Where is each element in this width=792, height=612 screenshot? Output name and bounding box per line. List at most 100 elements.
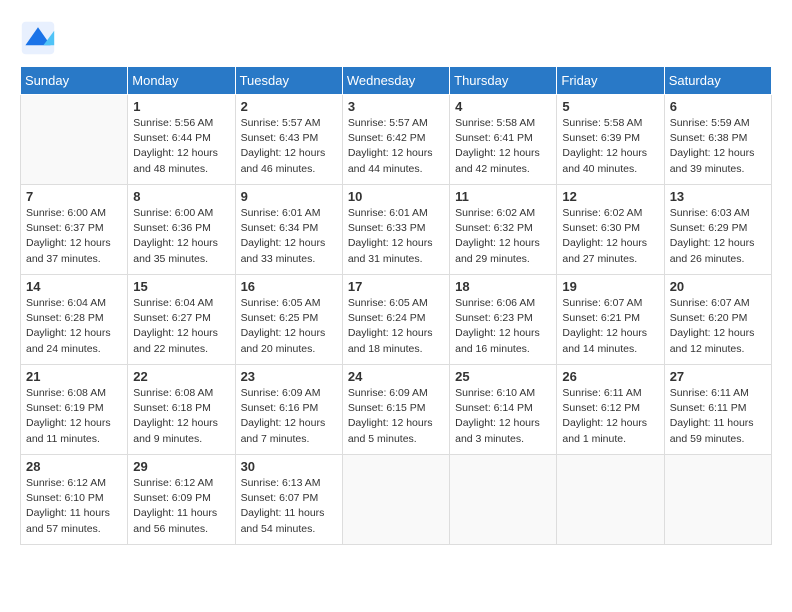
day-number: 13	[670, 189, 766, 204]
day-info: Sunrise: 6:11 AM Sunset: 6:11 PM Dayligh…	[670, 386, 766, 447]
calendar-cell-3-4: 17 Sunrise: 6:05 AM Sunset: 6:24 PM Dayli…	[342, 275, 449, 365]
calendar-cell-4-1: 21 Sunrise: 6:08 AM Sunset: 6:19 PM Dayli…	[21, 365, 128, 455]
calendar-cell-1-3: 2Sunrise: 5:57 AM Sunset: 6:43 PM Daylig…	[235, 95, 342, 185]
calendar-week-row-5: 28 Sunrise: 6:12 AM Sunset: 6:10 PM Dayli…	[21, 455, 772, 545]
day-number: 26	[562, 369, 658, 384]
day-info: Sunrise: 6:04 AM Sunset: 6:28 PM Dayligh…	[26, 296, 122, 357]
calendar-cell-4-5: 25Sunrise: 6:10 AM Sunset: 6:14 PM Dayli…	[450, 365, 557, 455]
calendar-cell-3-7: 20 Sunrise: 6:07 AM Sunset: 6:20 PM Dayli…	[664, 275, 771, 365]
calendar-cell-1-5: 4 Sunrise: 5:58 AM Sunset: 6:41 PM Daylig…	[450, 95, 557, 185]
weekday-header-wednesday: Wednesday	[342, 67, 449, 95]
day-number: 11	[455, 189, 551, 204]
day-info: Sunrise: 5:58 AM Sunset: 6:39 PM Dayligh…	[562, 116, 658, 177]
logo	[20, 20, 60, 56]
day-number: 29	[133, 459, 229, 474]
day-info: Sunrise: 6:01 AM Sunset: 6:33 PM Dayligh…	[348, 206, 444, 267]
day-info: Sunrise: 6:11 AM Sunset: 6:12 PM Dayligh…	[562, 386, 658, 447]
day-info: Sunrise: 6:00 AM Sunset: 6:36 PM Dayligh…	[133, 206, 229, 267]
day-number: 15	[133, 279, 229, 294]
calendar-cell-5-1: 28 Sunrise: 6:12 AM Sunset: 6:10 PM Dayli…	[21, 455, 128, 545]
calendar-cell-2-4: 10 Sunrise: 6:01 AM Sunset: 6:33 PM Dayli…	[342, 185, 449, 275]
calendar-cell-2-1: 7Sunrise: 6:00 AM Sunset: 6:37 PM Daylig…	[21, 185, 128, 275]
calendar-cell-1-4: 3 Sunrise: 5:57 AM Sunset: 6:42 PM Daylig…	[342, 95, 449, 185]
day-number: 19	[562, 279, 658, 294]
calendar-cell-3-1: 14 Sunrise: 6:04 AM Sunset: 6:28 PM Dayli…	[21, 275, 128, 365]
day-number: 24	[348, 369, 444, 384]
day-info: Sunrise: 6:10 AM Sunset: 6:14 PM Dayligh…	[455, 386, 551, 447]
day-number: 18	[455, 279, 551, 294]
day-number: 9	[241, 189, 337, 204]
calendar-header-row: SundayMondayTuesdayWednesdayThursdayFrid…	[21, 67, 772, 95]
day-number: 17	[348, 279, 444, 294]
weekday-header-friday: Friday	[557, 67, 664, 95]
day-number: 4	[455, 99, 551, 114]
day-number: 8	[133, 189, 229, 204]
logo-icon	[20, 20, 56, 56]
day-info: Sunrise: 6:08 AM Sunset: 6:18 PM Dayligh…	[133, 386, 229, 447]
weekday-header-thursday: Thursday	[450, 67, 557, 95]
day-number: 6	[670, 99, 766, 114]
day-number: 21	[26, 369, 122, 384]
day-info: Sunrise: 5:59 AM Sunset: 6:38 PM Dayligh…	[670, 116, 766, 177]
calendar-cell-1-2: 1 Sunrise: 5:56 AM Sunset: 6:44 PM Daylig…	[128, 95, 235, 185]
day-info: Sunrise: 6:06 AM Sunset: 6:23 PM Dayligh…	[455, 296, 551, 357]
day-info: Sunrise: 6:02 AM Sunset: 6:32 PM Dayligh…	[455, 206, 551, 267]
calendar-cell-5-6	[557, 455, 664, 545]
calendar-cell-2-2: 8 Sunrise: 6:00 AM Sunset: 6:36 PM Daylig…	[128, 185, 235, 275]
day-info: Sunrise: 6:09 AM Sunset: 6:16 PM Dayligh…	[241, 386, 337, 447]
day-info: Sunrise: 6:05 AM Sunset: 6:25 PM Dayligh…	[241, 296, 337, 357]
day-number: 30	[241, 459, 337, 474]
day-info: Sunrise: 6:07 AM Sunset: 6:20 PM Dayligh…	[670, 296, 766, 357]
weekday-header-monday: Monday	[128, 67, 235, 95]
day-number: 28	[26, 459, 122, 474]
calendar-cell-4-4: 24 Sunrise: 6:09 AM Sunset: 6:15 PM Dayli…	[342, 365, 449, 455]
weekday-header-tuesday: Tuesday	[235, 67, 342, 95]
day-info: Sunrise: 6:12 AM Sunset: 6:09 PM Dayligh…	[133, 476, 229, 537]
day-info: Sunrise: 6:12 AM Sunset: 6:10 PM Dayligh…	[26, 476, 122, 537]
day-number: 20	[670, 279, 766, 294]
calendar-cell-4-3: 23 Sunrise: 6:09 AM Sunset: 6:16 PM Dayli…	[235, 365, 342, 455]
calendar-cell-2-7: 13Sunrise: 6:03 AM Sunset: 6:29 PM Dayli…	[664, 185, 771, 275]
calendar-cell-2-5: 11 Sunrise: 6:02 AM Sunset: 6:32 PM Dayli…	[450, 185, 557, 275]
calendar-week-row-1: 1 Sunrise: 5:56 AM Sunset: 6:44 PM Daylig…	[21, 95, 772, 185]
day-info: Sunrise: 6:07 AM Sunset: 6:21 PM Dayligh…	[562, 296, 658, 357]
calendar-cell-3-5: 18 Sunrise: 6:06 AM Sunset: 6:23 PM Dayli…	[450, 275, 557, 365]
calendar-cell-5-3: 30 Sunrise: 6:13 AM Sunset: 6:07 PM Dayli…	[235, 455, 342, 545]
calendar-cell-5-7	[664, 455, 771, 545]
day-number: 27	[670, 369, 766, 384]
calendar-cell-5-2: 29 Sunrise: 6:12 AM Sunset: 6:09 PM Dayli…	[128, 455, 235, 545]
calendar-cell-3-6: 19 Sunrise: 6:07 AM Sunset: 6:21 PM Dayli…	[557, 275, 664, 365]
day-number: 10	[348, 189, 444, 204]
calendar-cell-3-3: 16Sunrise: 6:05 AM Sunset: 6:25 PM Dayli…	[235, 275, 342, 365]
calendar-cell-3-2: 15Sunrise: 6:04 AM Sunset: 6:27 PM Dayli…	[128, 275, 235, 365]
day-number: 12	[562, 189, 658, 204]
day-number: 14	[26, 279, 122, 294]
day-number: 5	[562, 99, 658, 114]
day-info: Sunrise: 6:08 AM Sunset: 6:19 PM Dayligh…	[26, 386, 122, 447]
day-info: Sunrise: 6:01 AM Sunset: 6:34 PM Dayligh…	[241, 206, 337, 267]
day-info: Sunrise: 5:57 AM Sunset: 6:43 PM Dayligh…	[241, 116, 337, 177]
calendar-cell-1-6: 5 Sunrise: 5:58 AM Sunset: 6:39 PM Daylig…	[557, 95, 664, 185]
calendar-week-row-4: 21 Sunrise: 6:08 AM Sunset: 6:19 PM Dayli…	[21, 365, 772, 455]
day-info: Sunrise: 6:05 AM Sunset: 6:24 PM Dayligh…	[348, 296, 444, 357]
calendar-cell-4-6: 26 Sunrise: 6:11 AM Sunset: 6:12 PM Dayli…	[557, 365, 664, 455]
day-number: 7	[26, 189, 122, 204]
day-number: 22	[133, 369, 229, 384]
calendar-cell-2-3: 9 Sunrise: 6:01 AM Sunset: 6:34 PM Daylig…	[235, 185, 342, 275]
calendar-cell-5-4	[342, 455, 449, 545]
day-info: Sunrise: 6:09 AM Sunset: 6:15 PM Dayligh…	[348, 386, 444, 447]
day-info: Sunrise: 5:57 AM Sunset: 6:42 PM Dayligh…	[348, 116, 444, 177]
calendar-table: SundayMondayTuesdayWednesdayThursdayFrid…	[20, 66, 772, 545]
day-info: Sunrise: 6:13 AM Sunset: 6:07 PM Dayligh…	[241, 476, 337, 537]
calendar-cell-5-5	[450, 455, 557, 545]
day-number: 23	[241, 369, 337, 384]
calendar-cell-4-2: 22 Sunrise: 6:08 AM Sunset: 6:18 PM Dayli…	[128, 365, 235, 455]
calendar-cell-2-6: 12Sunrise: 6:02 AM Sunset: 6:30 PM Dayli…	[557, 185, 664, 275]
weekday-header-sunday: Sunday	[21, 67, 128, 95]
calendar-cell-4-7: 27 Sunrise: 6:11 AM Sunset: 6:11 PM Dayli…	[664, 365, 771, 455]
day-number: 3	[348, 99, 444, 114]
day-info: Sunrise: 5:58 AM Sunset: 6:41 PM Dayligh…	[455, 116, 551, 177]
calendar-week-row-2: 7Sunrise: 6:00 AM Sunset: 6:37 PM Daylig…	[21, 185, 772, 275]
day-info: Sunrise: 5:56 AM Sunset: 6:44 PM Dayligh…	[133, 116, 229, 177]
day-number: 1	[133, 99, 229, 114]
